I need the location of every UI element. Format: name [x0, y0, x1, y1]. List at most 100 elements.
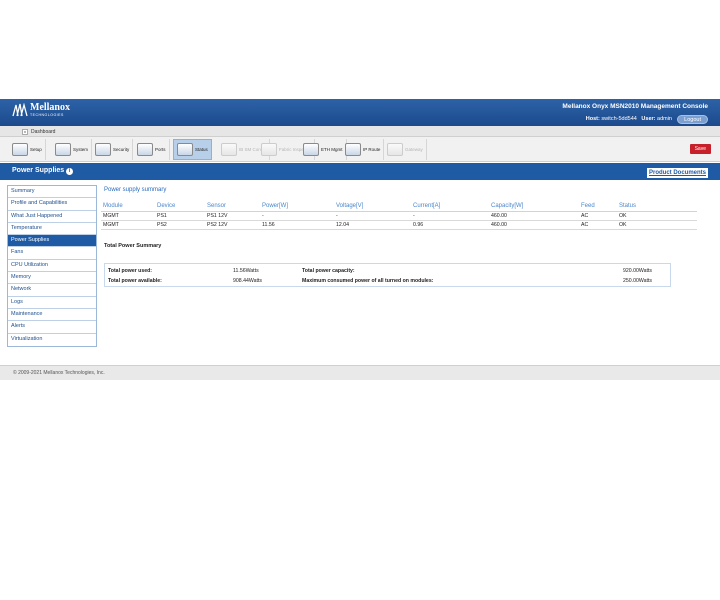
total-power-used-label: Total power used:: [108, 268, 152, 274]
security-icon: [95, 143, 111, 156]
sidebar-item-fans[interactable]: Fans: [8, 247, 96, 260]
status-icon: [177, 143, 193, 156]
table-cell: 460.00: [489, 220, 579, 230]
power-supply-table: Module Device Sensor Power[W] Voltage[V]…: [101, 202, 697, 230]
toolbar-setup[interactable]: Setup: [9, 139, 46, 160]
dashboard-tab[interactable]: x Dashboard: [22, 127, 55, 136]
total-power-available-value: 908.44Watts: [233, 278, 262, 284]
table-cell: -: [260, 211, 334, 221]
column-header: Device: [155, 202, 205, 212]
toolbar-label: Ports: [155, 147, 166, 152]
system-icon: [55, 143, 71, 156]
sidebar-item-summary[interactable]: Summary: [8, 186, 96, 199]
toolbar-label: System: [73, 147, 89, 152]
sidebar-item-network[interactable]: Network: [8, 284, 96, 297]
toolbar-label: Setup: [30, 147, 42, 152]
table-cell: -: [334, 211, 411, 221]
sidebar-item-profile[interactable]: Profile and Capabilities: [8, 198, 96, 211]
host-user-info: Host: switch-5dd544 User: admin: [586, 116, 672, 122]
ports-icon: [137, 143, 153, 156]
column-header: Feed: [579, 202, 617, 212]
dashboard-tab-label: Dashboard: [31, 128, 56, 135]
column-header: Power[W]: [260, 202, 334, 212]
user-value: admin: [657, 116, 672, 122]
product-documents-link[interactable]: Product Documents: [646, 168, 708, 178]
page-title: Power Supplies i: [12, 167, 74, 175]
table-cell: MGMT: [101, 220, 155, 230]
table-cell: 0.96: [411, 220, 489, 230]
close-icon[interactable]: x: [22, 128, 28, 135]
eth-mgmt-icon: [303, 143, 319, 156]
main-toolbar: Setup System Security Ports Status IB SM…: [0, 137, 720, 162]
logo-subtitle: TECHNOLOGIES: [30, 113, 64, 117]
toolbar-ip-route[interactable]: IP Route: [342, 139, 385, 160]
info-icon[interactable]: i: [66, 168, 74, 175]
toolbar-system[interactable]: System: [52, 139, 93, 160]
table-cell: PS1: [155, 211, 205, 221]
table-cell: MGMT: [101, 211, 155, 221]
sidebar-item-maintenance[interactable]: Maintenance: [8, 309, 96, 322]
fabric-icon: [261, 143, 277, 156]
toolbar-gateway: Gateway: [384, 139, 427, 160]
column-header: Voltage[V]: [334, 202, 411, 212]
ip-route-icon: [345, 143, 361, 156]
column-header: Current[A]: [411, 202, 489, 212]
table-cell: AC: [579, 220, 617, 230]
page-title-text: Power Supplies: [12, 167, 65, 174]
total-power-summary-title: Total Power Summary: [104, 243, 162, 249]
total-power-summary-box: Total power used: 11.56Watts Total power…: [104, 263, 671, 287]
total-power-capacity-value: 920.00Watts: [623, 268, 652, 274]
mellanox-logo-icon: [12, 103, 28, 117]
table-cell: PS2 12V: [205, 220, 260, 230]
user-label: User:: [641, 116, 656, 122]
toolbar-label: IP Route: [363, 147, 381, 152]
header-bar: Mellanox TECHNOLOGIES Mellanox Onyx MSN2…: [0, 99, 720, 126]
management-console: Mellanox TECHNOLOGIES Mellanox Onyx MSN2…: [0, 99, 720, 380]
sidebar-item-temperature[interactable]: Temperature: [8, 223, 96, 236]
toolbar-security[interactable]: Security: [92, 139, 134, 160]
sidebar-item-memory[interactable]: Memory: [8, 272, 96, 285]
table-cell: PS2: [155, 220, 205, 230]
section-header: Power Supplies i: [0, 163, 720, 180]
table-cell: PS1 12V: [205, 211, 260, 221]
toolbar-label: Security: [113, 147, 130, 152]
column-header: Module: [101, 202, 155, 212]
max-consumed-power-label: Maximum consumed power of all turned on …: [302, 278, 434, 284]
sidebar-item-power-supplies[interactable]: Power Supplies: [8, 235, 96, 248]
table-cell: 12.04: [334, 220, 411, 230]
table-cell: -: [411, 211, 489, 221]
gateway-icon: [387, 143, 403, 156]
logo-name: Mellanox: [30, 102, 70, 113]
max-consumed-power-value: 250.00Watts: [623, 278, 652, 284]
main-content: Power supply summary Module Device Senso…: [101, 185, 713, 287]
ib-sm-icon: [221, 143, 237, 156]
table-row: MGMT PS1 PS1 12V - - - 460.00 AC OK: [101, 211, 697, 221]
toolbar-label: Status: [195, 147, 208, 152]
toolbar-eth-mgmt[interactable]: ETH Mgmt: [300, 139, 347, 160]
column-header: Status: [617, 202, 697, 212]
table-cell: 460.00: [489, 211, 579, 221]
logout-button[interactable]: Logout: [677, 115, 708, 124]
total-power-used-value: 11.56Watts: [233, 268, 259, 274]
table-row: MGMT PS2 PS2 12V 11.56 12.04 0.96 460.00…: [101, 220, 697, 230]
table-cell: AC: [579, 211, 617, 221]
total-power-capacity-label: Total power capacity:: [302, 268, 355, 274]
power-supply-summary-title: Power supply summary: [104, 187, 167, 193]
sidebar-item-cpu-utilization[interactable]: CPU Utilization: [8, 260, 96, 273]
toolbar-status[interactable]: Status: [173, 139, 212, 160]
sidebar-item-virtualization[interactable]: Virtualization: [8, 334, 96, 346]
save-button[interactable]: Save: [689, 144, 711, 154]
host-label: Host:: [585, 116, 600, 122]
footer: © 2009-2021 Mellanox Technologies, Inc.: [0, 365, 720, 380]
copyright-text: © 2009-2021 Mellanox Technologies, Inc.: [13, 370, 105, 376]
sidebar-item-logs[interactable]: Logs: [8, 297, 96, 309]
console-title: Mellanox Onyx MSN2010 Management Console: [562, 103, 708, 110]
table-cell: OK: [617, 211, 697, 221]
total-power-available-label: Total power available:: [108, 278, 162, 284]
table-cell: OK: [617, 220, 697, 230]
sidebar-item-alerts[interactable]: Alerts: [8, 321, 96, 334]
setup-icon: [12, 143, 28, 156]
toolbar-ports[interactable]: Ports: [134, 139, 170, 160]
status-sidebar: Summary Profile and Capabilities What Ju…: [7, 185, 97, 347]
sidebar-item-what-just-happened[interactable]: What Just Happened: [8, 211, 96, 223]
